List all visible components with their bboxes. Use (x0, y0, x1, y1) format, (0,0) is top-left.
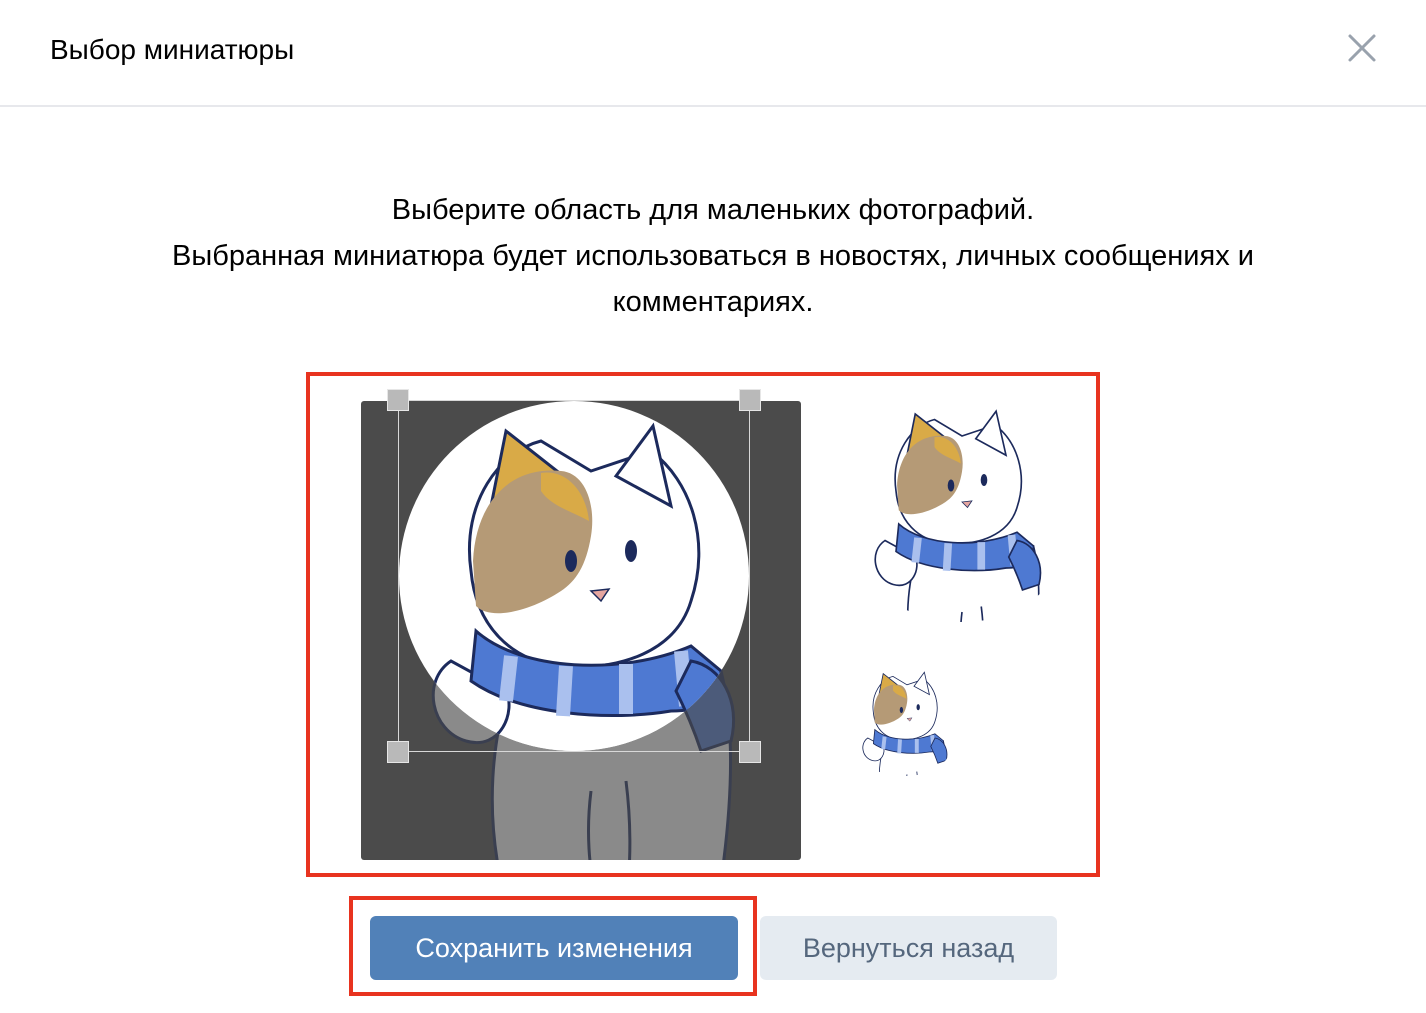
crop-image-area[interactable] (361, 401, 801, 860)
resize-handle-bottom-right[interactable] (739, 741, 761, 763)
instructions-text: Выберите область для маленьких фотографи… (80, 187, 1346, 325)
save-changes-button[interactable]: Сохранить изменения (370, 916, 738, 980)
instructions-line-1: Выберите область для маленьких фотографи… (391, 194, 1035, 226)
go-back-button[interactable]: Вернуться назад (760, 916, 1057, 980)
close-icon[interactable] (1340, 26, 1384, 70)
thumbnail-preview-large (862, 398, 1062, 622)
dialog-title: Выбор миниатюры (50, 34, 295, 65)
resize-handle-top-left[interactable] (387, 389, 409, 411)
cat-image (399, 401, 749, 860)
instructions-line-2: Выбранная миниатюра будет использоваться… (172, 240, 1254, 318)
dialog-header: Выбор миниатюры (0, 0, 1426, 107)
thumbnail-preview-small (854, 666, 954, 776)
resize-handle-top-right[interactable] (739, 389, 761, 411)
resize-handle-bottom-left[interactable] (387, 741, 409, 763)
